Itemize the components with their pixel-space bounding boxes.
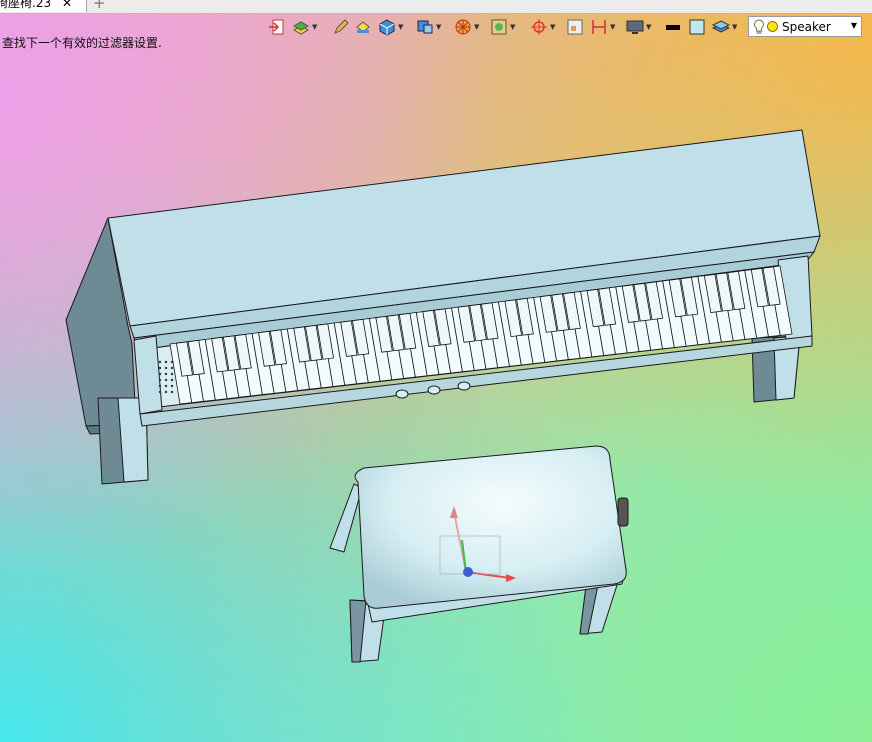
document-tab-bar: 椅座椅.23 ✕ + [0, 0, 872, 14]
speaker-grille-dot [158, 372, 162, 376]
bench-seat-cushion [354, 445, 627, 609]
line-color-icon[interactable] [664, 16, 682, 38]
speaker-grille-dot [170, 390, 174, 394]
speaker-grille-dot [158, 390, 162, 394]
3d-viewport[interactable]: 椅座椅.23 ✕ + 查找下一个有效的过滤器设置. ▼ ▼ ▼ ▼ ▼ ▼ ▼ … [0, 0, 872, 742]
cube-icon[interactable]: ▼ [378, 16, 403, 38]
speaker-grille-dot [170, 384, 174, 388]
speaker-grille-dot [170, 372, 174, 376]
add-tab-icon[interactable]: + [93, 0, 106, 12]
speaker-grille-dot [164, 366, 168, 370]
speaker-grille-dot [158, 360, 162, 364]
document-tab-label: 椅座椅.23 [0, 0, 52, 10]
speaker-grille-dot [164, 390, 168, 394]
pedal-right [457, 381, 471, 391]
grid-icon[interactable]: ▼ [490, 16, 515, 38]
bench-height-knob [617, 497, 629, 527]
pedal-left [395, 389, 409, 399]
status-message: 查找下一个有效的过滤器设置. [2, 36, 162, 50]
speaker-grille-dot [170, 360, 174, 364]
speaker-grille-dot [164, 372, 168, 376]
bench-left-arm [329, 483, 363, 553]
speaker-grille-dot [158, 384, 162, 388]
render-icon[interactable] [566, 16, 584, 38]
speaker-grille-dot [164, 384, 168, 388]
pencil-icon[interactable] [332, 16, 350, 38]
fill-color-icon[interactable] [688, 16, 706, 38]
speaker-grille-dot [158, 366, 162, 370]
layers-icon[interactable]: ▼ [292, 16, 317, 38]
scene-selector-value: Speaker [782, 19, 831, 34]
piano-and-bench-model[interactable] [0, 0, 872, 742]
chevron-down-icon: ▼ [850, 21, 857, 30]
exit-icon[interactable] [268, 16, 286, 38]
speaker-grille-dot [164, 378, 168, 382]
speaker-grille-dot [170, 366, 174, 370]
scene-selector[interactable]: Speaker ▼ [748, 16, 862, 37]
speaker-grille-dot [170, 378, 174, 382]
layers-stack-icon[interactable]: ▼ [712, 16, 737, 38]
monitor-icon[interactable]: ▼ [626, 16, 651, 38]
document-tab[interactable]: 椅座椅.23 ✕ [0, 0, 87, 12]
color-wheel-icon[interactable]: ▼ [454, 16, 479, 38]
close-icon[interactable]: ✕ [62, 0, 72, 10]
scene-color-dot [767, 21, 778, 32]
pedal-middle [427, 385, 441, 395]
speaker-grille-dot [164, 360, 168, 364]
speaker-grille-dot [158, 378, 162, 382]
light-bulb-icon [754, 18, 764, 34]
paint-bucket-icon[interactable] [354, 16, 372, 38]
target-icon[interactable]: ▼ [530, 16, 555, 38]
box-view-icon[interactable]: ▼ [416, 16, 441, 38]
dimension-icon[interactable]: ▼ [590, 16, 615, 38]
